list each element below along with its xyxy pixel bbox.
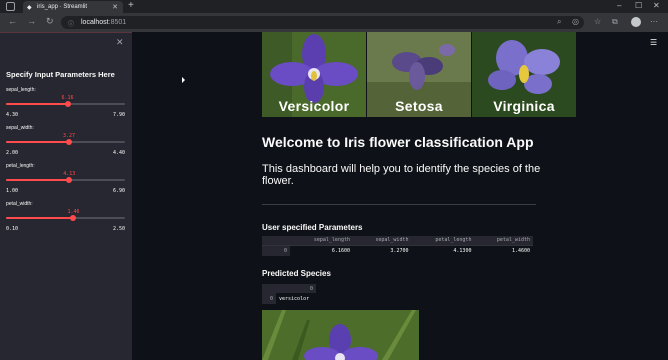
collections-icon[interactable]: ⧉ bbox=[612, 17, 618, 27]
table-header-row: sepal_length sepal_width petal_length pe… bbox=[262, 236, 533, 245]
slider-sepal-width[interactable]: sepal_width: 3.27 2.00 4.40 bbox=[6, 125, 125, 161]
slider-min: 2.00 bbox=[6, 150, 19, 156]
slider-max: 2.50 bbox=[112, 226, 125, 232]
species-table: 0 0 versicolor bbox=[262, 284, 316, 304]
params-heading: User specified Parameters bbox=[262, 223, 363, 232]
streamlit-favicon-icon: ◆ bbox=[27, 5, 32, 11]
table-cell: 4.1300 bbox=[411, 244, 475, 256]
back-icon[interactable]: ← bbox=[8, 16, 17, 26]
sidebar-title: Specify Input Parameters Here bbox=[6, 70, 115, 79]
slider-fill bbox=[6, 103, 68, 105]
column-header: sepal_length bbox=[290, 236, 353, 245]
species-heading: Predicted Species bbox=[262, 269, 331, 278]
hamburger-menu-icon[interactable]: ☰ bbox=[650, 38, 657, 47]
table-index-header bbox=[262, 236, 290, 245]
slider-track[interactable] bbox=[6, 215, 125, 221]
page-title: Welcome to Iris flower classification Ap… bbox=[262, 134, 534, 150]
browser-tab-bar: ◆ iris_app · Streamlit ✕ + – ☐ ✕ bbox=[0, 0, 668, 13]
minimize-icon[interactable]: – bbox=[617, 1, 621, 10]
slider-fill bbox=[6, 179, 70, 181]
reload-icon[interactable]: ↻ bbox=[46, 16, 54, 27]
favorites-star-icon[interactable]: ☆ bbox=[594, 17, 601, 26]
slider-label: petal_width: bbox=[6, 201, 33, 207]
slider-thumb[interactable] bbox=[66, 177, 73, 183]
row-index: 0 bbox=[262, 293, 276, 304]
slider-max: 7.90 bbox=[112, 112, 125, 118]
forward-icon[interactable]: → bbox=[27, 16, 36, 26]
slider-label: sepal_width: bbox=[6, 125, 34, 131]
predicted-species-image bbox=[262, 310, 419, 360]
slider-thumb[interactable] bbox=[64, 101, 71, 107]
table-cell: 6.1600 bbox=[290, 244, 353, 256]
window-close-icon[interactable]: ✕ bbox=[653, 1, 660, 10]
slider-fill bbox=[6, 217, 74, 219]
slider-label: sepal_length: bbox=[6, 87, 36, 93]
url-input[interactable]: ⓘ localhost:8501 bbox=[61, 16, 584, 29]
slider-track[interactable] bbox=[6, 101, 125, 107]
versicolor-image: Versicolor bbox=[262, 32, 366, 117]
column-header: 0 bbox=[276, 284, 316, 293]
tracking-icon[interactable]: ◎ bbox=[572, 17, 579, 26]
slider-petal-length[interactable]: petal_length: 4.13 1.00 6.90 bbox=[6, 163, 125, 199]
slider-track[interactable] bbox=[6, 177, 125, 183]
tab-title: iris_app · Streamlit bbox=[37, 4, 88, 10]
table-index-header bbox=[262, 284, 276, 293]
slider-max: 4.40 bbox=[112, 150, 125, 156]
avatar[interactable] bbox=[631, 17, 641, 27]
address-bar-row: ← → ↻ ⓘ localhost:8501 ⌕ ◎ ☆ ⧉ ⋯ bbox=[0, 13, 668, 32]
more-options-icon[interactable]: ⋯ bbox=[650, 17, 658, 26]
url-port: :8501 bbox=[108, 19, 127, 26]
close-icon[interactable]: ✕ bbox=[116, 37, 124, 48]
hero-caption-versicolor: Versicolor bbox=[278, 98, 350, 114]
slider-min: 4.30 bbox=[6, 112, 19, 118]
setosa-image: Setosa bbox=[367, 32, 471, 117]
new-tab-icon[interactable]: + bbox=[128, 0, 134, 11]
table-header-row: 0 bbox=[262, 284, 316, 293]
slider-fill bbox=[6, 141, 69, 143]
table-cell: 1.4600 bbox=[474, 244, 533, 256]
browser-tab[interactable]: ◆ iris_app · Streamlit ✕ bbox=[23, 1, 123, 13]
divider bbox=[262, 204, 536, 205]
info-icon[interactable]: ⓘ bbox=[68, 19, 74, 28]
slider-track[interactable] bbox=[6, 139, 125, 145]
hero-caption-virginica: Virginica bbox=[493, 98, 555, 114]
zoom-icon[interactable]: ⌕ bbox=[557, 17, 561, 27]
slider-min: 1.00 bbox=[6, 188, 19, 194]
tab-close-icon[interactable]: ✕ bbox=[112, 3, 118, 11]
maximize-icon[interactable]: ☐ bbox=[635, 1, 642, 10]
slider-max: 6.90 bbox=[112, 188, 125, 194]
table-row: 0 6.1600 3.2700 4.1300 1.4600 bbox=[262, 244, 533, 256]
predicted-species-cell: versicolor bbox=[276, 293, 316, 304]
virginica-image: Virginica bbox=[472, 32, 576, 117]
sidebar: ✕ Specify Input Parameters Here sepal_le… bbox=[0, 32, 132, 360]
column-header: petal_width bbox=[474, 236, 533, 245]
column-header: sepal_width bbox=[352, 236, 412, 245]
mouse-cursor bbox=[182, 77, 185, 83]
table-cell: 3.2700 bbox=[352, 244, 412, 256]
slider-min: 0.10 bbox=[6, 226, 19, 232]
column-header: petal_length bbox=[411, 236, 475, 245]
slider-label: petal_length: bbox=[6, 163, 35, 169]
slider-thumb[interactable] bbox=[65, 139, 72, 145]
table-row: 0 versicolor bbox=[262, 293, 316, 304]
params-table: sepal_length sepal_width petal_length pe… bbox=[262, 236, 533, 256]
window-menu-icon[interactable] bbox=[6, 2, 15, 11]
hero-caption-setosa: Setosa bbox=[395, 98, 443, 114]
slider-thumb[interactable] bbox=[70, 215, 77, 221]
slider-sepal-length[interactable]: sepal_length: 6.16 4.30 7.90 bbox=[6, 87, 125, 123]
row-index: 0 bbox=[262, 244, 290, 256]
url-host: localhost bbox=[81, 19, 109, 26]
intro-text: This dashboard will help you to identify… bbox=[262, 163, 541, 187]
slider-petal-width[interactable]: petal_width: 1.46 0.10 2.50 bbox=[6, 201, 125, 237]
